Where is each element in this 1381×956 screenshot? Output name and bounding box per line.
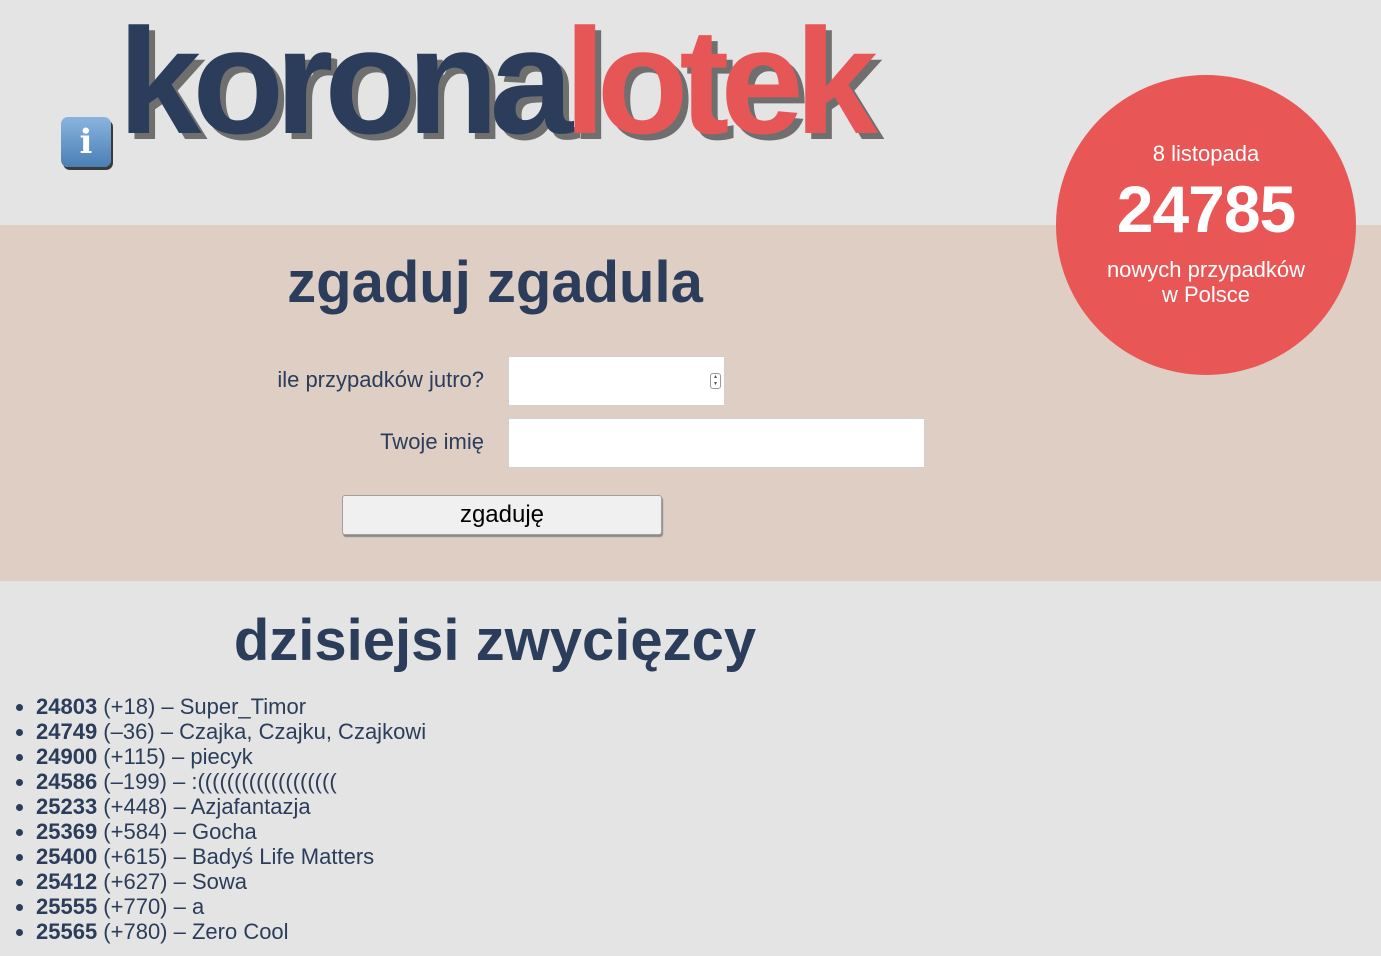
cases-label: ile przypadków jutro? bbox=[277, 367, 484, 392]
stats-date: 8 listopada bbox=[1152, 141, 1260, 166]
winner-detail: (+627) – Sowa bbox=[97, 869, 247, 894]
winner-guess: 25565 bbox=[36, 919, 98, 944]
submit-guess-button[interactable]: zgaduję bbox=[342, 495, 662, 535]
list-item: 24749 (–36) – Czajka, Czajku, Czajkowi bbox=[36, 719, 426, 744]
winner-detail: (+780) – Zero Cool bbox=[97, 919, 289, 944]
winner-detail: (+448) – Azjafantazja bbox=[97, 794, 311, 819]
winner-guess: 24803 bbox=[36, 694, 98, 719]
list-item: 25369 (+584) – Gocha bbox=[36, 819, 426, 844]
stats-caption-line1: nowych przypadków bbox=[1106, 257, 1306, 282]
list-item: 24803 (+18) – Super_Timor bbox=[36, 694, 426, 719]
name-input[interactable] bbox=[508, 418, 925, 468]
winner-detail: (–36) – Czajka, Czajku, Czajkowi bbox=[97, 719, 427, 744]
stats-count: 24785 bbox=[1116, 172, 1297, 246]
list-item: 25233 (+448) – Azjafantazja bbox=[36, 794, 426, 819]
stats-circle: 8 listopada 24785 nowych przypadków w Po… bbox=[1056, 75, 1356, 375]
winner-guess: 25369 bbox=[36, 819, 98, 844]
stats-caption: nowych przypadków w Polsce bbox=[1096, 257, 1316, 307]
winner-detail: (+18) – Super_Timor bbox=[97, 694, 307, 719]
list-item: 25412 (+627) – Sowa bbox=[36, 869, 426, 894]
logo-part-lotek: lotek bbox=[564, 0, 878, 165]
winner-detail: (+115) – piecyk bbox=[97, 744, 253, 769]
winner-detail: (–199) – :((((((((((((((((((( bbox=[97, 769, 337, 794]
cases-input[interactable] bbox=[508, 356, 725, 406]
winner-detail: (+584) – Gocha bbox=[97, 819, 257, 844]
header: i koronalotek 8 listopada 24785 nowych p… bbox=[0, 0, 1381, 375]
guess-title: zgaduj zgadula bbox=[287, 250, 703, 315]
list-item: 25555 (+770) – a bbox=[36, 894, 426, 919]
list-item: 25400 (+615) – Badyś Life Matters bbox=[36, 844, 426, 869]
winners-title: dzisiejsi zwycięzcy bbox=[233, 608, 757, 673]
winner-guess: 24586 bbox=[36, 769, 98, 794]
logo: koronalotek bbox=[118, 6, 878, 156]
stats-caption-line2: w Polsce bbox=[1161, 282, 1251, 307]
winner-detail: (+615) – Badyś Life Matters bbox=[97, 844, 375, 869]
winner-guess: 24900 bbox=[36, 744, 98, 769]
winner-guess: 24749 bbox=[36, 719, 98, 744]
winner-detail: (+770) – a bbox=[97, 894, 205, 919]
info-icon[interactable]: i bbox=[61, 117, 111, 167]
list-item: 24586 (–199) – :((((((((((((((((((( bbox=[36, 769, 426, 794]
cases-spinner-icon[interactable]: ▴ ▾ bbox=[710, 373, 721, 389]
list-item: 25565 (+780) – Zero Cool bbox=[36, 919, 426, 944]
logo-part-korona: korona bbox=[118, 0, 573, 165]
winner-guess: 25555 bbox=[36, 894, 98, 919]
winners-list: 24803 (+18) – Super_Timor 24749 (–36) – … bbox=[0, 694, 426, 944]
winner-guess: 25400 bbox=[36, 844, 98, 869]
winner-guess: 25412 bbox=[36, 869, 98, 894]
name-label: Twoje imię bbox=[380, 429, 484, 454]
list-item: 24900 (+115) – piecyk bbox=[36, 744, 426, 769]
winner-guess: 25233 bbox=[36, 794, 98, 819]
